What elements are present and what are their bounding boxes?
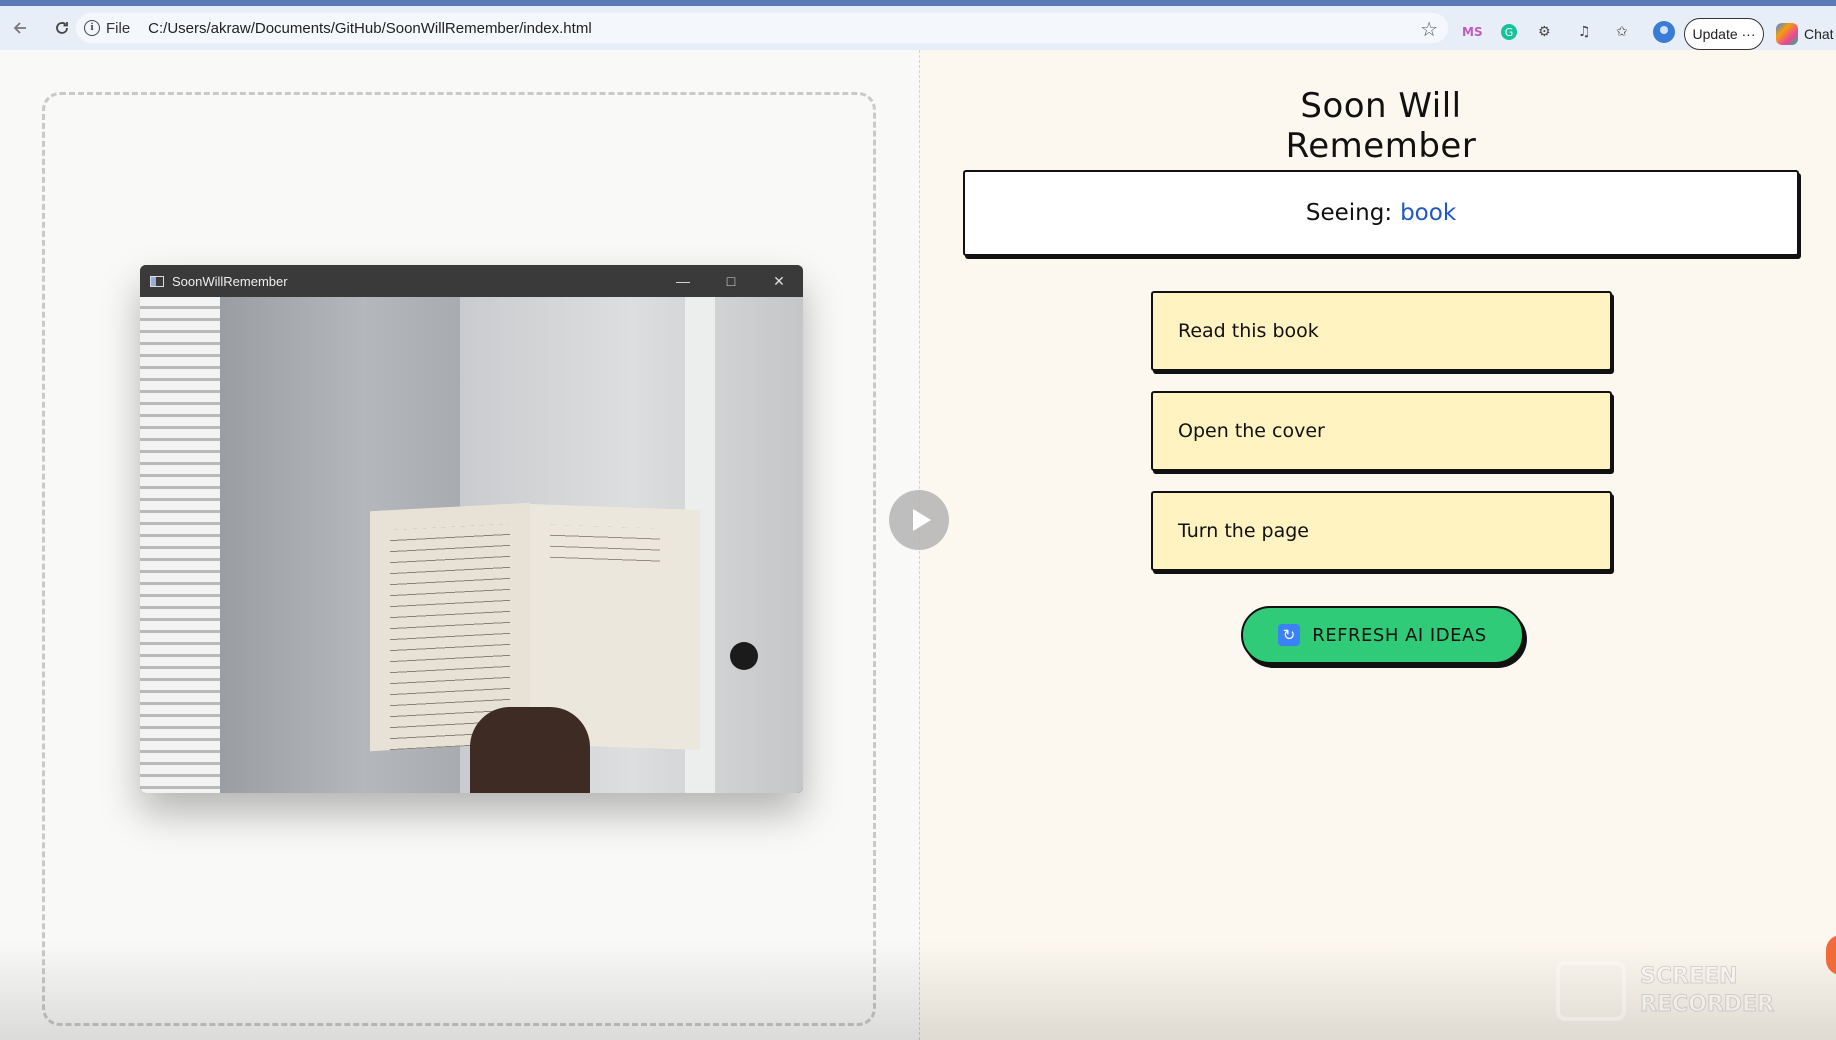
- file-scheme-label: File: [106, 19, 131, 37]
- svg-text:G: G: [1505, 26, 1514, 39]
- play-button-icon[interactable]: [889, 490, 949, 550]
- favorites-icon[interactable]: ✩: [1616, 20, 1628, 44]
- minimize-icon[interactable]: —: [659, 265, 707, 297]
- back-icon[interactable]: [6, 14, 34, 42]
- favorite-star-icon[interactable]: ☆: [1420, 17, 1438, 42]
- window-blinds: [140, 297, 220, 793]
- idea-card-1[interactable]: Read this book: [1151, 291, 1612, 371]
- refresh-label: REFRESH AI IDEAS: [1312, 624, 1487, 646]
- browser-toolbar: i File C:/Users/akraw/Documents/GitHub/S…: [0, 6, 1836, 50]
- hand: [470, 707, 590, 793]
- more-options-icon: ···: [1741, 26, 1756, 42]
- media-control-icon[interactable]: ♫: [1578, 20, 1591, 44]
- app-window-title: SoonWillRemember: [172, 273, 288, 289]
- seeing-panel: Seeing: book: [963, 170, 1799, 256]
- profile-avatar[interactable]: [1652, 20, 1676, 44]
- update-label: Update: [1692, 26, 1738, 42]
- close-icon[interactable]: ✕: [755, 265, 803, 297]
- copilot-chat-button[interactable]: Chat: [1776, 20, 1834, 48]
- info-icon[interactable]: i: [84, 20, 100, 36]
- seeing-value: book: [1400, 200, 1457, 226]
- watermark-line-2: RECORDER: [1640, 992, 1775, 1018]
- watermark-line-1: SCREEN: [1640, 964, 1738, 990]
- idea-card-label: Open the cover: [1178, 420, 1325, 442]
- extensions-puzzle-icon[interactable]: ⚙: [1538, 20, 1551, 44]
- camera-feed-image: [140, 297, 803, 793]
- floating-widget-icon[interactable]: [1826, 935, 1836, 975]
- page-title: Soon Will Remember: [1214, 86, 1548, 176]
- idea-card-label: Turn the page: [1178, 520, 1309, 542]
- chat-label: Chat: [1804, 26, 1834, 42]
- ms-extension-icon[interactable]: MS: [1462, 20, 1483, 44]
- grammarly-icon[interactable]: G: [1500, 20, 1518, 44]
- door-knob: [730, 642, 758, 670]
- address-bar[interactable]: i File C:/Users/akraw/Documents/GitHub/S…: [76, 13, 1448, 43]
- update-button[interactable]: Update ···: [1684, 18, 1764, 50]
- app-window-titlebar[interactable]: SoonWillRemember — □ ✕: [140, 265, 803, 297]
- copilot-icon: [1776, 23, 1798, 45]
- video-camera-icon: [1556, 961, 1626, 1021]
- screen-recorder-watermark: SCREEN RECORDER: [1556, 956, 1806, 1026]
- maximize-icon[interactable]: □: [707, 265, 755, 297]
- camera-app-window: SoonWillRemember — □ ✕: [140, 265, 803, 793]
- seeing-label: Seeing:: [1305, 200, 1393, 226]
- url-text[interactable]: C:/Users/akraw/Documents/GitHub/SoonWill…: [148, 20, 591, 37]
- idea-card-label: Read this book: [1178, 320, 1319, 342]
- refresh-ai-ideas-button[interactable]: ↻ REFRESH AI IDEAS: [1241, 606, 1524, 664]
- refresh-icon: ↻: [1278, 624, 1301, 646]
- app-window-icon: [150, 275, 164, 287]
- idea-card-3[interactable]: Turn the page: [1151, 491, 1612, 571]
- idea-card-2[interactable]: Open the cover: [1151, 391, 1612, 471]
- reload-icon[interactable]: [48, 14, 76, 42]
